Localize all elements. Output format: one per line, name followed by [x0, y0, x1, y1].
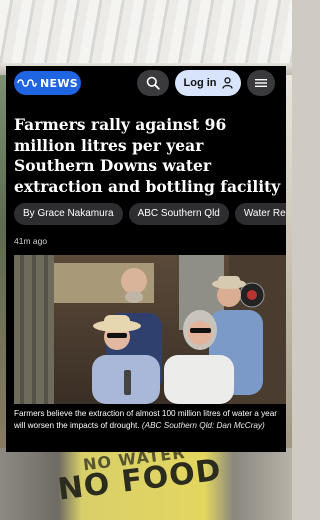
article-timestamp: 41m ago	[14, 236, 48, 246]
user-icon	[221, 77, 233, 89]
article-photo[interactable]	[14, 255, 286, 404]
site-header: NEWS Log in	[6, 66, 286, 102]
photo-caption: Farmers believe the extraction of almost…	[14, 408, 282, 431]
search-button[interactable]	[137, 70, 169, 96]
topic-chip[interactable]: Water Resources	[234, 203, 286, 225]
caption-credit: (ABC Southern Qld: Dan McCray)	[141, 420, 265, 430]
hamburger-menu-icon	[255, 79, 267, 87]
author-chip[interactable]: By Grace Nakamura	[14, 203, 123, 225]
login-button[interactable]: Log in	[175, 70, 241, 96]
news-card: NEWS Log in Farmers rally against 96 mil…	[6, 66, 286, 452]
login-label: Log in	[183, 77, 217, 89]
article-tags: By Grace Nakamura ABC Southern Qld Water…	[14, 203, 286, 225]
search-icon	[146, 76, 160, 90]
article-headline: Farmers rally against 96 million litres …	[14, 115, 281, 196]
abc-logo-icon	[17, 79, 37, 87]
logo-text: NEWS	[40, 76, 78, 90]
background-ceiling	[0, 0, 292, 75]
farmers-group-photo	[14, 255, 286, 404]
abc-news-logo[interactable]: NEWS	[14, 71, 81, 95]
region-chip[interactable]: ABC Southern Qld	[128, 203, 229, 225]
menu-button[interactable]	[247, 70, 275, 96]
